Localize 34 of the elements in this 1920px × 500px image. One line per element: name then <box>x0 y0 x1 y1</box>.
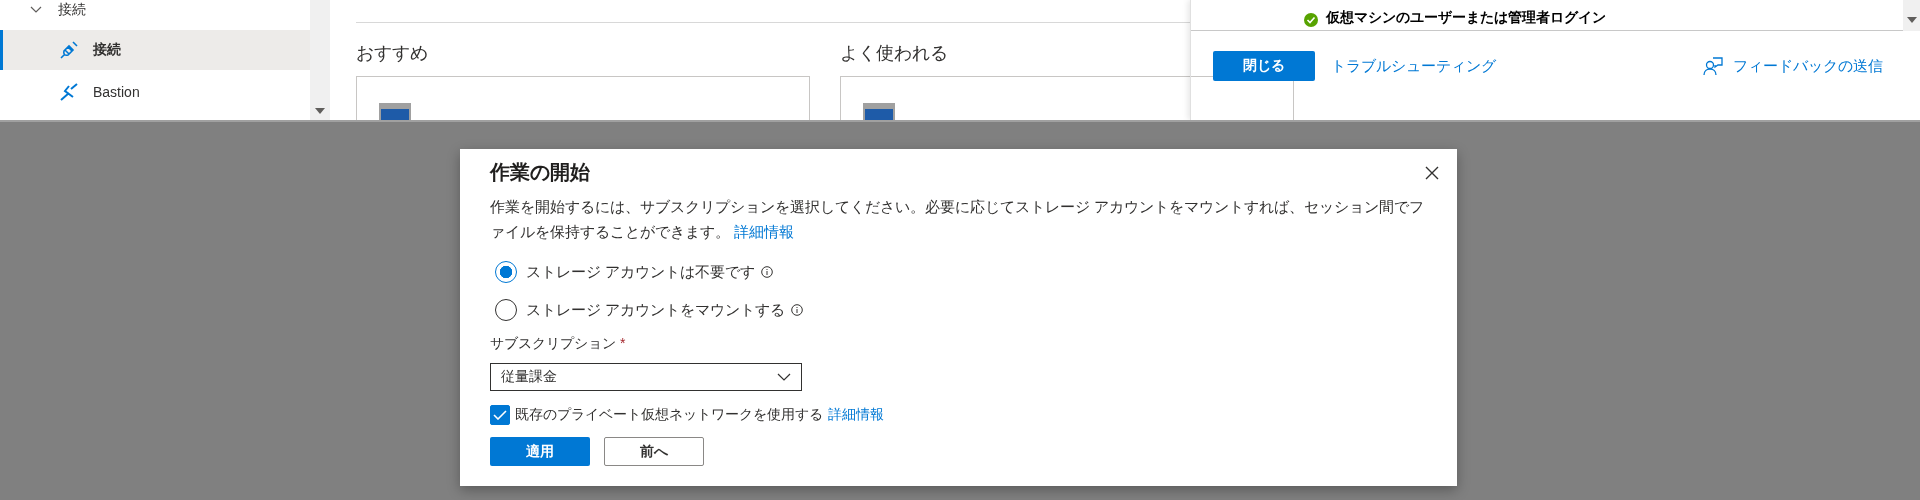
sidebar-item[interactable]: Bastion <box>0 72 310 112</box>
back-button[interactable]: 前へ <box>604 437 704 466</box>
plug-icon <box>59 40 79 60</box>
checkbox[interactable] <box>490 405 510 425</box>
section-heading: おすすめ <box>356 42 429 63</box>
close-button[interactable]: 閉じる <box>1213 51 1315 81</box>
group-label: 接続 <box>58 1 86 19</box>
info-icon[interactable] <box>761 266 774 278</box>
section-heading: よく使われる <box>840 42 949 63</box>
radio-button[interactable] <box>495 261 517 283</box>
option-label: ストレージ アカウントは不要です <box>526 262 756 282</box>
required-mark: * <box>619 335 626 351</box>
scroll-down-icon[interactable] <box>1906 17 1917 23</box>
step-label: 仮想マシンのユーザーまたは管理者ログイン <box>1326 9 1606 27</box>
dialog-title: 作業の開始 <box>490 160 590 185</box>
chevron-icon[interactable] <box>30 6 42 14</box>
feedback-icon <box>1703 56 1723 76</box>
close-icon[interactable] <box>1425 166 1439 180</box>
subscription-dropdown[interactable]: 従量課金 <box>490 363 802 391</box>
checkmark-icon <box>493 410 507 420</box>
chevron-down-icon <box>777 373 791 381</box>
dialog-description: 作業を開始するには、サブスクリプションを選択してください。必要に応じてストレージ アカウントをマウントすれば、セッション間でファイルを保持することができます。 詳細情報 <box>490 198 1426 242</box>
learn-more-link[interactable]: 詳細情報 <box>734 224 795 240</box>
sidebar-item[interactable]: 接続 <box>0 30 310 70</box>
scroll-down-icon[interactable] <box>315 108 325 114</box>
troubleshooting-link[interactable]: トラブルシューティング <box>1331 56 1496 76</box>
learn-more-link[interactable]: 詳細情報 <box>828 406 884 424</box>
info-icon[interactable] <box>791 304 804 316</box>
option-label: ストレージ アカウントをマウントする <box>526 300 786 320</box>
bastion-icon <box>59 82 79 102</box>
field-label: サブスクリプション <box>490 335 616 351</box>
feedback-link[interactable]: フィードバックの送信 <box>1733 56 1883 76</box>
checkbox-label: 既存のプライベート仮想ネットワークを使用する <box>515 406 823 424</box>
apply-button[interactable]: 適用 <box>490 437 590 466</box>
